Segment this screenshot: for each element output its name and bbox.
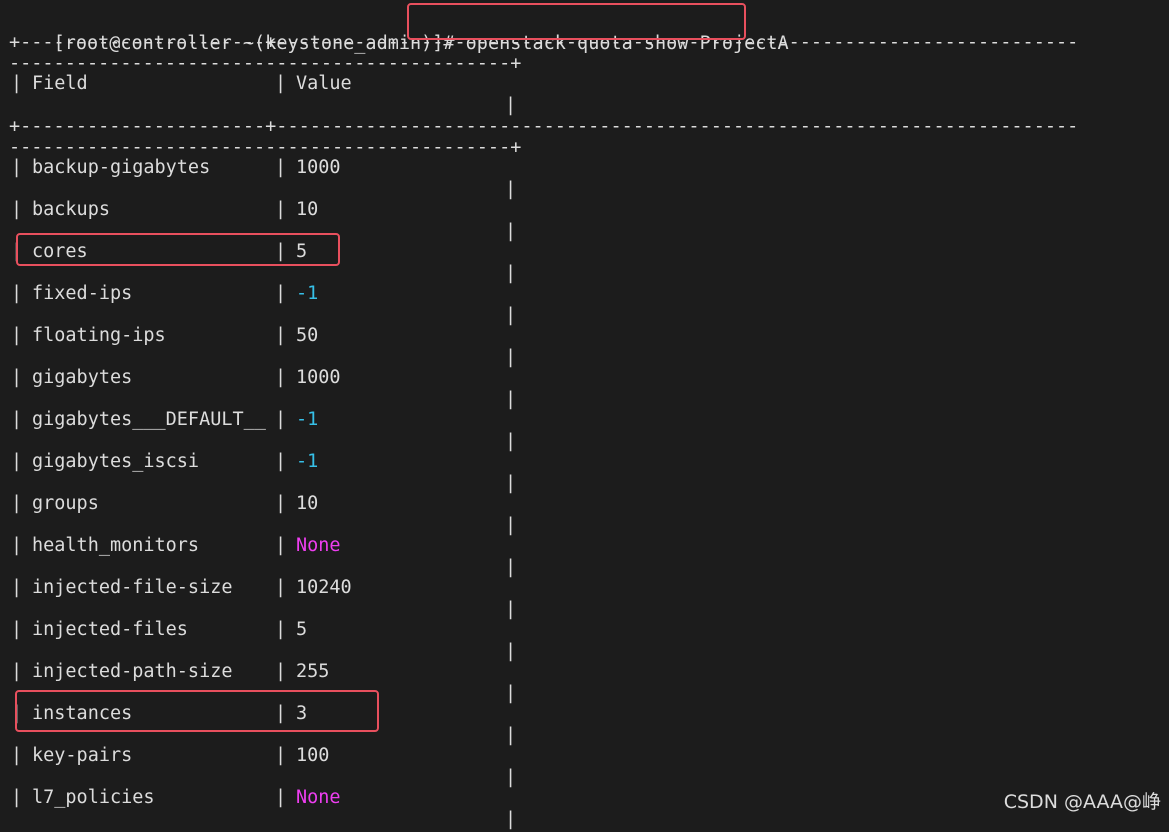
pipe: | xyxy=(11,283,23,304)
pipe: | xyxy=(275,73,287,94)
table-row: | injected-path-size | 255 xyxy=(0,660,600,684)
row-value: 50 xyxy=(296,325,319,346)
row-field: backups xyxy=(32,199,110,220)
table-row: | floating-ips | 50 xyxy=(0,324,600,348)
row-field: key-pairs xyxy=(32,745,133,766)
pipe: | xyxy=(11,787,23,808)
pipe: | xyxy=(11,157,23,178)
pipe: | xyxy=(275,745,287,766)
table-row: | health_monitors | None xyxy=(0,534,600,558)
row-field: injected-files xyxy=(32,619,188,640)
table-row: | backups | 10 xyxy=(0,198,600,222)
table-row: | l7_policies | None xyxy=(0,786,600,810)
row-field: gigabytes xyxy=(32,367,133,388)
row-value: None xyxy=(296,787,341,808)
table-row: | injected-file-size | 10240 xyxy=(0,576,600,600)
pipe: | xyxy=(275,325,287,346)
row-field: injected-path-size xyxy=(32,661,233,682)
table-row: | gigabytes | 1000 xyxy=(0,366,600,390)
row-value: 10 xyxy=(296,199,319,220)
pipe: | xyxy=(275,451,287,472)
row-field: health_monitors xyxy=(32,535,200,556)
pipe: | xyxy=(275,493,287,514)
table-row: | injected-files | 5 xyxy=(0,618,600,642)
pipe: | xyxy=(275,199,287,220)
row-value: 5 xyxy=(296,619,308,640)
pipe: | xyxy=(275,661,287,682)
row-field: backup-gigabytes xyxy=(32,157,211,178)
row-field: gigabytes___DEFAULT__ xyxy=(32,409,266,430)
table-row: | groups | 10 xyxy=(0,492,600,516)
table-row: | fixed-ips | -1 xyxy=(0,282,600,306)
row-field: injected-file-size xyxy=(32,577,233,598)
pipe: | xyxy=(11,745,23,766)
pipe: | xyxy=(11,535,23,556)
row-field: groups xyxy=(32,493,99,514)
pipe: | xyxy=(275,283,287,304)
row-value: None xyxy=(296,535,341,556)
header-field: Field xyxy=(32,73,88,94)
instances-highlight xyxy=(15,690,379,732)
row-value: 1000 xyxy=(296,157,341,178)
table-row: | key-pairs | 100 xyxy=(0,744,600,768)
watermark: CSDN @AAA@峥 xyxy=(1003,791,1161,813)
table-row: | backup-gigabytes | 1000 xyxy=(0,156,600,180)
row-value: 100 xyxy=(296,745,330,766)
pipe: | xyxy=(11,493,23,514)
pipe: | xyxy=(275,619,287,640)
pipe: | xyxy=(275,787,287,808)
pipe: | xyxy=(505,809,517,830)
pipe: | xyxy=(11,73,23,94)
pipe: | xyxy=(275,535,287,556)
row-value: -1 xyxy=(296,283,319,304)
row-value: 255 xyxy=(296,661,330,682)
row-field: fixed-ips xyxy=(32,283,133,304)
pipe: | xyxy=(11,367,23,388)
pipe: | xyxy=(275,367,287,388)
pipe: | xyxy=(11,619,23,640)
pipe: | xyxy=(11,325,23,346)
pipe: | xyxy=(275,157,287,178)
pipe: | xyxy=(11,409,23,430)
row-value: 10 xyxy=(296,493,319,514)
table-header: | Field | Value xyxy=(0,72,600,96)
table-row: | gigabytes_iscsi | -1 xyxy=(0,450,600,474)
row-value: -1 xyxy=(296,451,319,472)
row-value: -1 xyxy=(296,409,319,430)
pipe: | xyxy=(11,199,23,220)
pipe: | xyxy=(11,451,23,472)
row-field: floating-ips xyxy=(32,325,166,346)
pipe: | xyxy=(11,661,23,682)
row-value: 10240 xyxy=(296,577,352,598)
row-field: gigabytes_iscsi xyxy=(32,451,200,472)
cores-highlight xyxy=(16,233,340,266)
pipe: | xyxy=(11,577,23,598)
header-value: Value xyxy=(296,73,352,94)
table-row: | gigabytes___DEFAULT__ | -1 xyxy=(0,408,600,432)
row-value: 1000 xyxy=(296,367,341,388)
pipe: | xyxy=(275,577,287,598)
pipe: | xyxy=(275,409,287,430)
row-field: l7_policies xyxy=(32,787,155,808)
